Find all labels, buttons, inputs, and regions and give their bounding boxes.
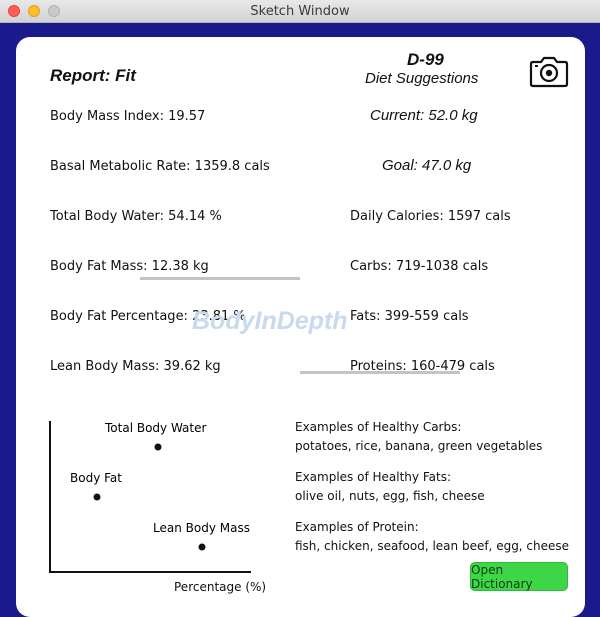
current-weight: Current: 52.0 kg (370, 107, 478, 124)
goal-weight: Goal: 47.0 kg (382, 157, 472, 174)
window-titlebar: Sketch Window (0, 0, 600, 23)
watermark: BodyInDepth (192, 307, 348, 335)
carbs-examples-heading: Examples of Healthy Carbs: (295, 420, 462, 434)
carbs-examples-list: potatoes, rice, banana, green vegetables (295, 439, 543, 453)
divider-line (300, 371, 460, 374)
divider-line (140, 277, 300, 280)
report-panel: Report: Fit D-99 Diet Suggestions Body M… (16, 37, 585, 617)
report-title: Report: Fit (50, 66, 136, 85)
protein-examples-list: fish, chicken, seafood, lean beef, egg, … (295, 539, 570, 553)
diet-suggestions-title: Diet Suggestions (365, 70, 479, 87)
point-lean-body-mass (198, 543, 206, 551)
chart-x-axis-label: Percentage (%) (174, 580, 267, 594)
daily-calories: Daily Calories: 1597 cals (350, 209, 511, 224)
point-label-total-body-water: Total Body Water (104, 421, 206, 435)
open-dictionary-button[interactable]: Open Dictionary (470, 562, 568, 591)
point-body-fat (93, 493, 101, 501)
metric-bmr: Basal Metabolic Rate: 1359.8 cals (50, 159, 270, 174)
point-total-body-water (154, 443, 162, 451)
camera-icon[interactable] (529, 56, 569, 88)
fats-calories: Fats: 399-559 cals (350, 309, 469, 324)
report-id-code: D-99 (407, 50, 444, 69)
point-label-body-fat: Body Fat (70, 471, 122, 485)
fats-examples-heading: Examples of Healthy Fats: (295, 470, 451, 484)
metric-body-fat-mass: Body Fat Mass: 12.38 kg (50, 259, 209, 274)
metric-total-body-water: Total Body Water: 54.14 % (50, 209, 222, 224)
body-composition-chart: Total Body Water Body Fat Lean Body Mass (49, 421, 251, 573)
window-title: Sketch Window (250, 4, 350, 19)
fats-examples-list: olive oil, nuts, egg, fish, cheese (295, 489, 485, 503)
carbs-calories: Carbs: 719-1038 cals (350, 259, 489, 274)
point-label-lean-body-mass: Lean Body Mass (153, 521, 250, 535)
protein-examples-heading: Examples of Protein: (295, 520, 419, 534)
metric-bmi: Body Mass Index: 19.57 (50, 109, 206, 124)
metric-lean-body-mass: Lean Body Mass: 39.62 kg (50, 359, 221, 374)
